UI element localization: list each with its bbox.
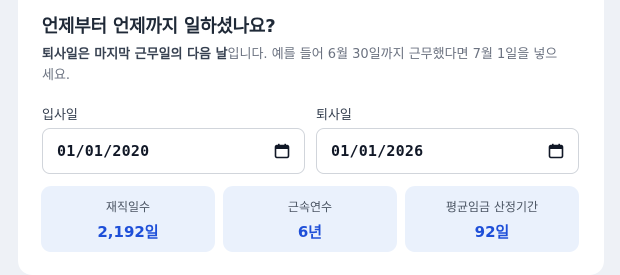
start-date-input[interactable]: 01/01/2020 [42,128,305,174]
start-date-value[interactable]: 01/01/2020 [57,142,149,160]
employment-period-card: 언제부터 언제까지 일하셨나요? 퇴사일은 마지막 근무일의 다음 날입니다. … [18,0,604,275]
end-date-label: 퇴사일 [316,108,352,123]
section-title: 언제부터 언제까지 일하셨나요? [42,16,276,37]
start-date-label: 입사일 [42,108,78,123]
stat-label: 평균임금 산정기간 [445,200,539,214]
stat-value: 6년 [297,223,323,241]
stat-label: 근속연수 [287,200,333,214]
stat-average-wage-period: 평균임금 산정기간 92일 [405,186,579,252]
stat-years-of-service: 근속연수 6년 [223,186,397,252]
end-date-value[interactable]: 01/01/2026 [331,142,423,160]
description-emphasis: 퇴사일은 마지막 근무일의 다음 날 [42,47,228,62]
section-description: 퇴사일은 마지막 근무일의 다음 날입니다. 예를 들어 6월 30일까지 근무… [42,44,562,86]
stat-days-employed: 재직일수 2,192일 [41,186,215,252]
stat-label: 재직일수 [105,200,151,214]
calendar-icon[interactable] [274,143,290,159]
calendar-icon[interactable] [548,143,564,159]
stat-value: 2,192일 [97,223,159,241]
end-date-input[interactable]: 01/01/2026 [316,128,579,174]
stat-value: 92일 [474,223,510,241]
